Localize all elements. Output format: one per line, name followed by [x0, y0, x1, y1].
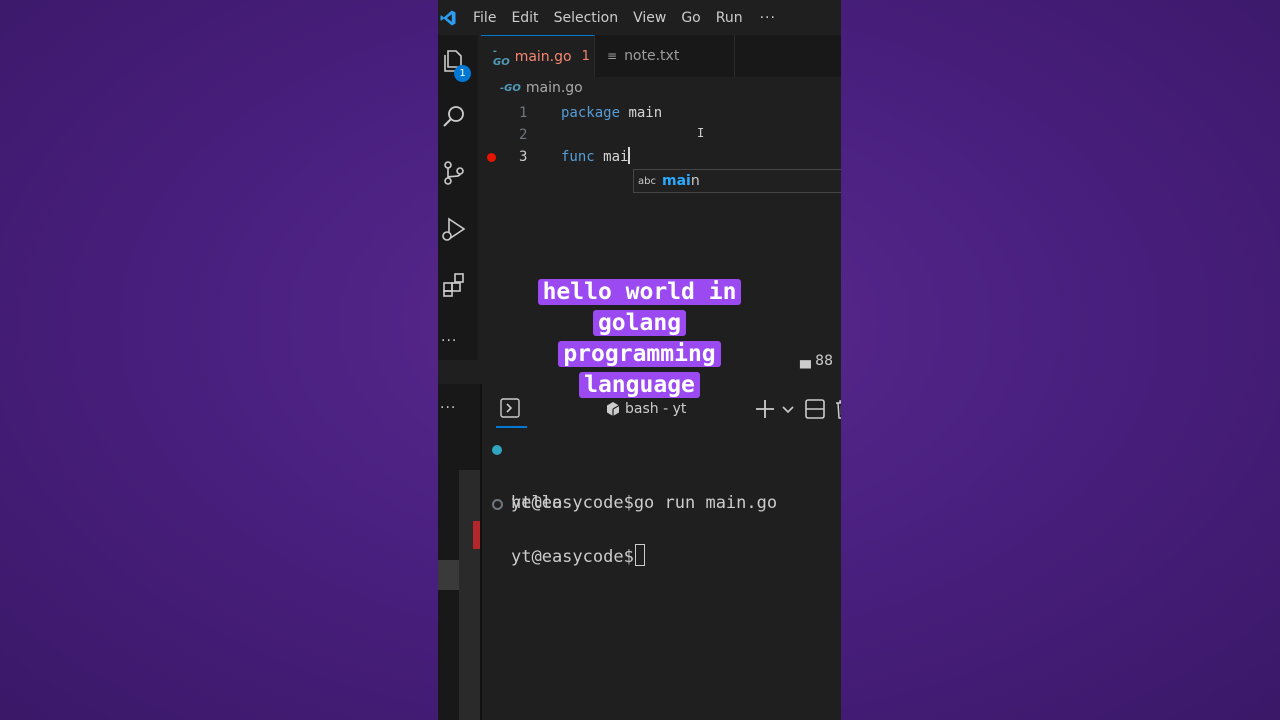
menu-bar: File Edit Selection View Go Run ···	[438, 0, 841, 35]
menu-selection[interactable]: Selection	[554, 10, 619, 26]
split-terminal-icon[interactable]	[804, 398, 826, 420]
trash-icon[interactable]	[832, 398, 841, 420]
add-terminal-icon[interactable]	[754, 398, 776, 420]
vscode-logo-icon	[440, 10, 456, 25]
code-line-current: 3 func mai	[481, 146, 841, 168]
code-line: 1 package main	[481, 102, 841, 124]
text-file-icon: ≡	[607, 49, 618, 63]
source-control-icon[interactable]	[440, 159, 468, 187]
command-success-icon[interactable]	[492, 445, 502, 455]
menu-edit[interactable]: Edit	[511, 10, 538, 26]
terminal-output[interactable]: yt@easycode$go run main.go hello yt@easy…	[482, 436, 777, 567]
terminal-prompt-text: yt@easycode$	[511, 547, 634, 567]
terminal-cursor	[634, 544, 645, 566]
caption-line: language	[579, 372, 700, 398]
go-file-icon: -GO	[493, 45, 510, 68]
menu-run[interactable]: Run	[716, 10, 743, 26]
search-icon[interactable]	[440, 103, 468, 131]
keyword: package	[561, 105, 621, 121]
suggestion-widget[interactable]: abc mai n	[633, 169, 841, 193]
more-actions-icon[interactable]: ···	[440, 400, 456, 416]
breadcrumb[interactable]: -GO main.go	[500, 80, 583, 96]
code-text: package main	[561, 102, 662, 124]
bash-icon	[607, 402, 620, 416]
explorer-badge: 1	[454, 65, 471, 82]
text-caret	[628, 147, 631, 164]
sidebar-strip	[459, 470, 480, 720]
terminal-tab-underline	[496, 426, 527, 428]
tab-note-txt[interactable]: ≡ note.txt	[595, 35, 735, 77]
video-caption: hello world in golang programming langua…	[438, 277, 841, 401]
identifier: mai	[594, 149, 629, 165]
terminal-line: yt@easycode$	[482, 490, 645, 567]
go-file-icon: -GO	[500, 82, 521, 94]
terminal-prompt: yt@easycode$	[511, 544, 645, 571]
run-debug-icon[interactable]	[440, 215, 468, 243]
terminal-icon[interactable]	[500, 398, 520, 418]
problem-count: 1	[581, 49, 590, 64]
code-text: func mai	[561, 146, 631, 168]
terminal-line: hello	[482, 463, 564, 513]
mouse-text-cursor-icon: I	[697, 126, 705, 140]
terminal-shell-selector[interactable]: bash - yt	[606, 401, 686, 417]
suggestion-rest: n	[690, 173, 700, 189]
line-number: 2	[519, 127, 528, 143]
tab-label: main.go	[514, 48, 572, 65]
caption-line: golang	[592, 310, 687, 336]
command-pending-icon[interactable]	[492, 499, 503, 510]
terminal-shell-label: bash - yt	[625, 401, 687, 417]
menu-more-icon[interactable]: ···	[760, 10, 776, 26]
line-number: 3	[519, 149, 528, 165]
editor-tabs: -GO main.go 1 ≡ note.txt	[481, 35, 841, 77]
error-marker	[473, 521, 480, 549]
menu-view[interactable]: View	[633, 10, 666, 26]
breakpoint-icon[interactable]	[487, 153, 496, 162]
tab-label: note.txt	[624, 48, 680, 64]
terminal-line: yt@easycode$go run main.go	[482, 436, 777, 513]
keyword: func	[561, 149, 595, 165]
line-number: 1	[519, 105, 528, 121]
caption-line: programming	[558, 341, 721, 367]
sidebar-bottom: ···	[438, 384, 480, 720]
suggestion-match: mai	[661, 173, 691, 189]
menu-go[interactable]: Go	[681, 10, 700, 26]
chevron-down-icon[interactable]	[780, 398, 796, 420]
caption-line: hello world in	[537, 279, 742, 305]
menu-file[interactable]: File	[473, 10, 496, 26]
breadcrumb-label: main.go	[525, 80, 583, 96]
suggestion-kind-icon: abc	[638, 175, 656, 187]
terminal-panel: bash - yt yt@easycode$go run main.go hel…	[482, 384, 841, 720]
sidebar-block	[438, 560, 459, 590]
tab-main-go[interactable]: -GO main.go 1	[481, 35, 595, 77]
identifier: main	[620, 105, 663, 121]
code-line: 2	[481, 124, 841, 146]
